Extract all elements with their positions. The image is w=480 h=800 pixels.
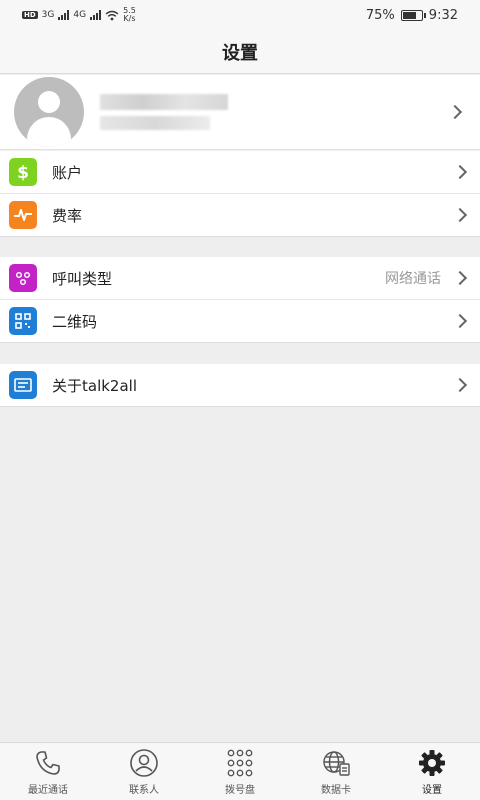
status-left: HD 3G 4G 5.5 K/s <box>22 7 136 23</box>
settings-item-label: 呼叫类型 <box>52 269 113 288</box>
wifi-icon <box>105 10 119 20</box>
battery-percent: 75% <box>365 7 395 23</box>
pulse-icon <box>9 201 37 229</box>
settings-group-3: 关于talk2all <box>0 364 480 407</box>
status-bar: HD 3G 4G 5.5 K/s 75% 9:32 <box>0 0 480 30</box>
tab-recent-calls[interactable]: 最近通话 <box>0 743 96 800</box>
signal-icon-2 <box>90 10 102 20</box>
chevron-right-icon <box>452 377 468 393</box>
tab-label: 联系人 <box>129 784 159 796</box>
battery-fill <box>402 11 416 19</box>
tab-label: 数据卡 <box>321 784 351 796</box>
profile-row[interactable] <box>0 75 480 150</box>
tab-dialpad[interactable]: 拨号盘 <box>192 743 288 800</box>
network-label-1: 3G <box>41 10 55 20</box>
call-type-value: 网络通话 <box>385 271 441 287</box>
dots-icon <box>9 264 37 292</box>
settings-item-qr-code[interactable]: 二维码 <box>0 300 480 343</box>
svg-text:$: $ <box>17 163 29 182</box>
dialpad-icon <box>224 748 256 778</box>
settings-item-about[interactable]: 关于talk2all <box>0 364 480 407</box>
settings-item-label: 费率 <box>52 206 83 225</box>
settings-group-2: 呼叫类型 网络通话 二维码 <box>0 257 480 343</box>
tab-label: 拨号盘 <box>225 784 255 796</box>
chevron-right-icon <box>447 104 463 120</box>
contact-icon <box>128 748 160 778</box>
chevron-right-icon <box>452 164 468 180</box>
tab-label: 最近通话 <box>28 784 68 796</box>
chevron-right-icon <box>452 207 468 223</box>
settings-item-call-type[interactable]: 呼叫类型 网络通话 <box>0 257 480 300</box>
bottom-tab-bar: 最近通话 联系人 拨号盘 数据卡 设置 <box>0 742 480 800</box>
gear-icon <box>416 748 448 778</box>
tab-data-card[interactable]: 数据卡 <box>288 743 384 800</box>
net-speed-unit: K/s <box>123 14 136 23</box>
globe-card-icon <box>320 748 352 778</box>
settings-item-label: 关于talk2all <box>52 376 137 395</box>
net-speed: 5.5 K/s <box>123 7 136 23</box>
info-card-icon <box>9 371 37 399</box>
settings-item-label: 二维码 <box>52 312 98 331</box>
tab-label: 设置 <box>422 784 442 796</box>
settings-item-account[interactable]: $ 账户 <box>0 151 480 194</box>
chevron-right-icon <box>452 313 468 329</box>
settings-item-rate[interactable]: 费率 <box>0 194 480 237</box>
title-bar: 设置 <box>0 30 480 74</box>
hd-badge: HD <box>22 11 38 19</box>
tab-settings[interactable]: 设置 <box>384 743 480 800</box>
page-title: 设置 <box>222 42 258 64</box>
chevron-right-icon <box>452 270 468 286</box>
signal-icon <box>58 10 70 20</box>
dollar-icon: $ <box>9 158 37 186</box>
clock: 9:32 <box>428 7 458 23</box>
avatar-head <box>38 91 60 113</box>
qr-code-icon <box>9 307 37 335</box>
blurred-line-2 <box>100 116 210 130</box>
avatar-body <box>27 117 71 147</box>
blurred-account-name <box>100 94 228 130</box>
settings-item-label: 账户 <box>52 163 83 182</box>
avatar <box>14 77 84 147</box>
status-right: 75% 9:32 <box>366 8 458 23</box>
network-label-2: 4G <box>73 10 87 20</box>
blurred-line-1 <box>100 94 228 110</box>
phone-icon <box>32 748 64 778</box>
tab-contacts[interactable]: 联系人 <box>96 743 192 800</box>
battery-icon <box>400 9 426 21</box>
settings-group-1: $ 账户 费率 <box>0 151 480 237</box>
